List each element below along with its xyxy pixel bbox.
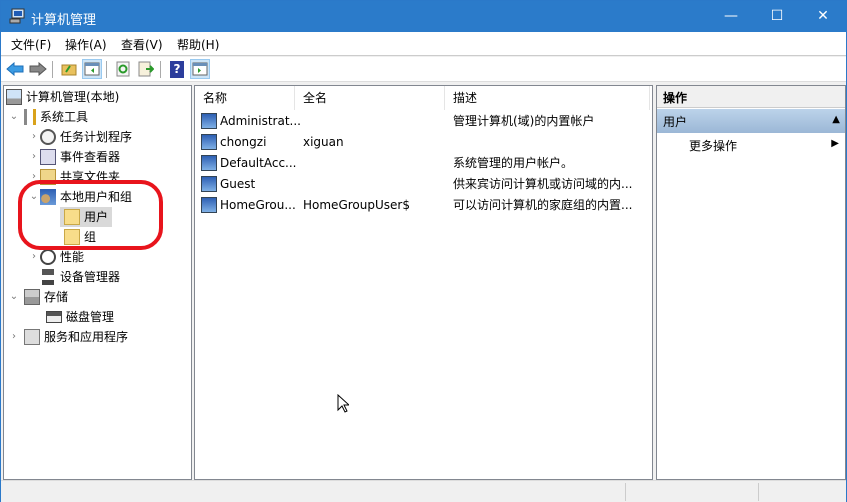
clock-icon: [40, 129, 56, 145]
submenu-arrow-icon: ▶: [831, 138, 839, 149]
status-bar: [1, 480, 846, 502]
actions-section-users[interactable]: 用户 ▲: [657, 109, 845, 133]
chevron-down-icon[interactable]: ⌄: [8, 287, 20, 307]
tree-item-system-tools[interactable]: ⌄ 系统工具: [8, 107, 88, 127]
cell-description: 供来宾访问计算机或访问域的内...: [453, 177, 633, 191]
cell-name: Administrat...: [220, 114, 301, 128]
export-list-button[interactable]: [136, 59, 156, 79]
help-button[interactable]: ?: [167, 59, 187, 79]
window-title: 计算机管理: [31, 13, 97, 28]
tools-icon: [24, 109, 36, 125]
table-row[interactable]: HomeGrou... HomeGroupUser$ 可以访问计算机的家庭组的内…: [199, 195, 649, 216]
help-icon: ?: [170, 60, 184, 78]
tree-item-performance[interactable]: › 性能: [28, 247, 84, 267]
cell-fullname: HomeGroupUser$: [303, 198, 410, 212]
close-button[interactable]: ✕: [800, 1, 846, 32]
chevron-right-icon[interactable]: ›: [28, 127, 40, 147]
tree-item-services-apps[interactable]: › 服务和应用程序: [8, 327, 128, 347]
chevron-right-icon[interactable]: ›: [28, 147, 40, 167]
storage-icon: [24, 289, 40, 305]
cell-name: DefaultAcc...: [220, 156, 297, 170]
export-icon: [138, 61, 154, 77]
more-actions-label: 更多操作: [689, 139, 738, 153]
forward-button[interactable]: [28, 59, 48, 79]
arrow-right-icon: [29, 62, 47, 76]
tree-item-users[interactable]: 用户: [60, 207, 113, 227]
folder-up-icon: [61, 64, 77, 76]
chevron-right-icon[interactable]: ›: [8, 327, 20, 347]
computer-management-icon: [9, 8, 25, 24]
chevron-down-icon[interactable]: ⌄: [28, 187, 40, 207]
cell-description: 系统管理的用户帐户。: [453, 156, 574, 170]
cell-description: 管理计算机(域)的内置帐户: [453, 114, 595, 128]
tree-item-event-viewer[interactable]: › 事件查看器: [28, 147, 120, 167]
cell-description: 可以访问计算机的家庭组的内置...: [453, 198, 633, 212]
services-icon: [24, 329, 40, 345]
performance-icon: [40, 249, 56, 265]
user-icon: [201, 176, 217, 192]
arrow-left-icon: [6, 62, 24, 76]
chevron-right-icon[interactable]: ›: [28, 167, 40, 187]
maximize-button[interactable]: ☐: [754, 1, 800, 32]
user-icon: [201, 113, 217, 129]
tree-item-disk-management[interactable]: 磁盘管理: [40, 307, 114, 327]
cell-fullname: xiguan: [303, 135, 344, 149]
folder-icon: [64, 209, 80, 225]
actions-header: 操作: [657, 86, 845, 108]
column-header-description[interactable]: 描述: [445, 86, 650, 110]
users-group-icon: [40, 189, 56, 205]
user-list: 名称 全名 描述 Administrat... 管理计算机(域)的内置帐户 ch…: [194, 85, 653, 480]
cell-name: chongzi: [220, 135, 267, 149]
shared-folder-icon: [40, 169, 56, 185]
tree-item-device-manager[interactable]: 设备管理器: [40, 267, 120, 287]
chevron-right-icon[interactable]: ›: [28, 247, 40, 267]
table-row[interactable]: DefaultAcc... 系统管理的用户帐户。: [199, 153, 649, 174]
table-row[interactable]: chongzi xiguan: [199, 132, 649, 153]
back-button[interactable]: [5, 59, 25, 79]
user-icon: [201, 134, 217, 150]
computer-management-icon: [6, 89, 22, 105]
menu-file[interactable]: 文件(F): [11, 36, 51, 53]
show-hide-action-pane-button[interactable]: [190, 59, 210, 79]
tree-item-storage[interactable]: ⌄ 存储: [8, 287, 68, 307]
table-row[interactable]: Administrat... 管理计算机(域)的内置帐户: [199, 111, 649, 132]
cell-name: Guest: [220, 177, 256, 191]
column-header-fullname[interactable]: 全名: [295, 86, 445, 110]
chevron-down-icon[interactable]: ⌄: [8, 107, 20, 127]
menu-help[interactable]: 帮助(H): [177, 36, 219, 53]
refresh-icon: [116, 61, 130, 77]
menu-bar: 文件(F) 操作(A) 查看(V) 帮助(H): [1, 32, 846, 56]
user-icon: [201, 197, 217, 213]
console-tree: 计算机管理(本地) ⌄ 系统工具 › 任务计划程序 › 事件查看器 › 共享文件夹 ⌄ 本…: [3, 85, 192, 480]
mouse-cursor-icon: [337, 394, 349, 413]
table-row[interactable]: Guest 供来宾访问计算机或访问域的内...: [199, 174, 649, 195]
more-actions-item[interactable]: 更多操作 ▶: [657, 134, 845, 156]
show-hide-tree-button[interactable]: [82, 59, 102, 79]
up-folder-button[interactable]: [59, 59, 79, 79]
tree-item-local-users-groups[interactable]: ⌄ 本地用户和组: [28, 187, 132, 207]
folder-icon: [64, 229, 80, 245]
console-tree-icon: [84, 62, 100, 76]
tree-item-task-scheduler[interactable]: › 任务计划程序: [28, 127, 132, 147]
tree-item-computer-management[interactable]: 计算机管理(本地): [6, 87, 119, 107]
device-manager-icon: [42, 269, 54, 285]
actions-section-label: 用户: [663, 115, 688, 129]
toolbar: ?: [1, 57, 846, 82]
menu-view[interactable]: 查看(V): [121, 36, 163, 53]
cell-name: HomeGrou...: [220, 198, 296, 212]
disk-icon: [46, 311, 62, 323]
collapse-icon[interactable]: ▲: [832, 114, 840, 125]
user-icon: [201, 155, 217, 171]
actions-pane: 操作 用户 ▲ 更多操作 ▶: [656, 85, 846, 480]
tree-item-shared-folders[interactable]: › 共享文件夹: [28, 167, 120, 187]
refresh-button[interactable]: [113, 59, 133, 79]
column-header-name[interactable]: 名称: [195, 86, 295, 110]
menu-action[interactable]: 操作(A): [65, 36, 107, 53]
title-bar: 计算机管理 — ☐ ✕: [1, 1, 846, 32]
tree-item-groups[interactable]: 组: [60, 227, 96, 247]
computer-management-window: 计算机管理 — ☐ ✕ 文件(F) 操作(A) 查看(V) 帮助(H) ? 计算…: [0, 0, 847, 502]
minimize-button[interactable]: —: [708, 1, 754, 32]
action-pane-icon: [192, 62, 208, 76]
event-viewer-icon: [40, 149, 56, 165]
